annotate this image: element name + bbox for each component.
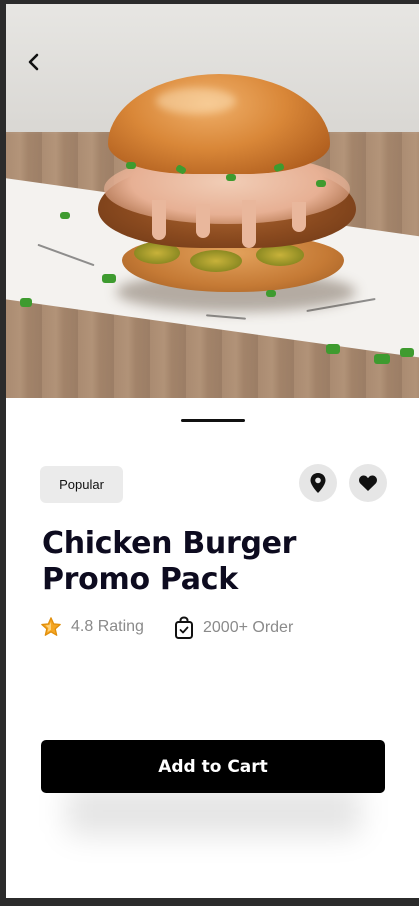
rating-info: 4.8 Rating	[40, 616, 144, 638]
orders-text: 2000+ Order	[203, 619, 294, 636]
add-to-cart-button[interactable]: Add to Cart	[41, 740, 385, 793]
heart-icon	[359, 475, 377, 491]
product-image	[6, 4, 419, 398]
orders-info: 2000+ Order	[174, 616, 293, 640]
product-detail-screen: Popular Chicken Burger Promo Pack 4.8 Ra…	[6, 4, 419, 898]
rating-text: 4.8 Rating	[71, 618, 144, 635]
drag-handle[interactable]	[181, 419, 245, 422]
popular-badge: Popular	[40, 466, 123, 503]
shopping-bag-icon	[175, 616, 193, 639]
product-title-line2: Promo Pack	[42, 562, 238, 597]
location-pin-icon	[310, 473, 326, 493]
chevron-left-icon	[28, 53, 39, 71]
back-button[interactable]	[22, 50, 46, 74]
product-title-line1: Chicken Burger	[42, 526, 297, 561]
product-title: Chicken Burger Promo Pack	[42, 526, 372, 598]
favorite-button[interactable]	[349, 464, 387, 502]
star-icon	[41, 617, 61, 636]
location-button[interactable]	[299, 464, 337, 502]
